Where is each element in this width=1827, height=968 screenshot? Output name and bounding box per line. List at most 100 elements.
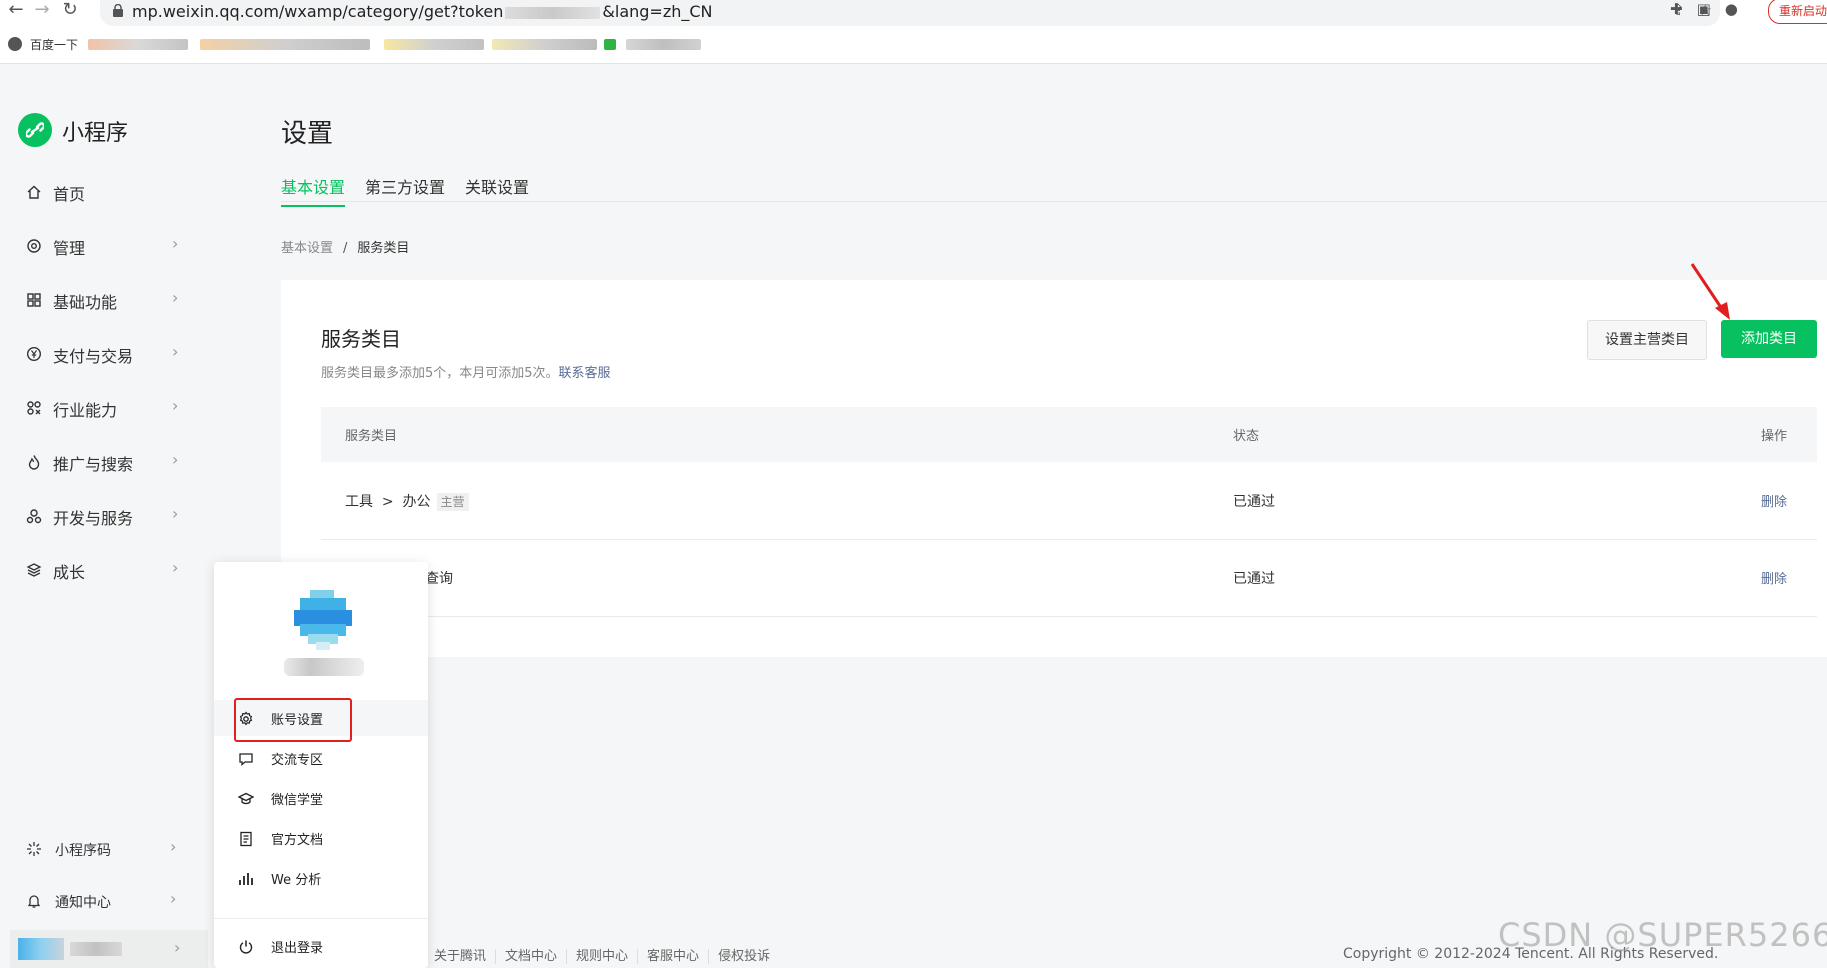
- category-cell: 查询: [425, 571, 453, 587]
- chevron-right-icon: ›: [172, 234, 179, 253]
- tab-related-settings[interactable]: 关联设置: [465, 174, 529, 198]
- footer-link[interactable]: 客服中心: [638, 949, 710, 964]
- tab-basic-settings[interactable]: 基本设置: [281, 174, 346, 207]
- category-cell: 工具 > 办公 主营: [345, 491, 469, 511]
- table-row: 工具 > 办公 主营 已通过 删除: [321, 462, 1817, 540]
- url-suffix: &lang=zh_CN: [602, 2, 713, 21]
- bookmark-blur[interactable]: [492, 39, 597, 50]
- chevron-right-icon: ›: [170, 837, 177, 856]
- menu-item-official-docs[interactable]: 官方文档: [214, 820, 428, 856]
- menu-item-wechat-academy[interactable]: 微信学堂: [214, 780, 428, 816]
- sidebar-item-qrcode[interactable]: 小程序码 ›: [22, 834, 192, 864]
- status-cell: 已通过: [1233, 571, 1275, 587]
- sidebar-item-industry[interactable]: 行业能力 ›: [22, 393, 192, 423]
- delete-link[interactable]: 删除: [1761, 568, 1787, 587]
- bookmark-blur[interactable]: [604, 39, 616, 50]
- sidebar-item-manage[interactable]: 管理 ›: [22, 231, 192, 261]
- bookmark-blur[interactable]: [200, 39, 370, 50]
- bookmark-blur[interactable]: [626, 39, 701, 50]
- globe-icon: [8, 37, 22, 51]
- add-category-button[interactable]: 添加类目: [1721, 320, 1817, 358]
- power-icon: [239, 940, 253, 954]
- username-blur: [70, 942, 122, 956]
- sidebar-item-basic-features[interactable]: 基础功能 ›: [22, 285, 192, 315]
- profile-icon[interactable]: ●: [1725, 0, 1738, 18]
- document-icon: [240, 831, 252, 847]
- main-category-tag: 主营: [436, 493, 469, 511]
- sidebar-item-notifications[interactable]: 通知中心 ›: [22, 886, 192, 916]
- page-title: 设置: [281, 119, 334, 149]
- bell-icon: [27, 895, 41, 908]
- dev-icon: [26, 509, 42, 524]
- column-header: 状态: [1233, 429, 1260, 444]
- yen-icon: [26, 346, 42, 362]
- sidebar-item-label: 小程序码: [55, 843, 111, 859]
- delete-link[interactable]: 删除: [1761, 491, 1787, 510]
- reload-icon[interactable]: ↻: [58, 0, 82, 22]
- url-text: mp.weixin.qq.com/wxamp/category/get?toke…: [132, 2, 713, 21]
- bookmark-blur[interactable]: [88, 39, 188, 50]
- chevron-right-icon: ›: [172, 450, 179, 469]
- sidepanel-icon[interactable]: ▣: [1697, 0, 1711, 18]
- sidebar-item-growth[interactable]: 成长 ›: [22, 555, 192, 585]
- grid-icon: [27, 293, 41, 307]
- chevron-right-icon: ›: [172, 504, 179, 523]
- footer-link[interactable]: 文档中心: [496, 949, 568, 964]
- menu-item-label: 官方文档: [271, 833, 324, 848]
- sidebar-item-label: 首页: [53, 185, 86, 204]
- url-token-blur: [505, 6, 601, 19]
- annotation-arrow: [1690, 263, 1730, 320]
- sidebar-item-home[interactable]: 首页: [22, 177, 192, 207]
- address-bar[interactable]: mp.weixin.qq.com/wxamp/category/get?toke…: [100, 0, 1720, 26]
- forward-icon[interactable]: →: [30, 0, 54, 22]
- footer-link[interactable]: 侵权投诉: [709, 949, 779, 964]
- menu-item-label: 微信学堂: [271, 793, 324, 808]
- sidebar-item-label: 通知中心: [55, 895, 111, 911]
- bookmark-blur[interactable]: [384, 39, 484, 50]
- industry-icon: [27, 401, 41, 415]
- sidebar-item-label: 行业能力: [53, 401, 118, 420]
- menu-item-logout[interactable]: 退出登录: [214, 928, 428, 964]
- sidebar-item-label: 支付与交易: [53, 347, 134, 366]
- restart-button[interactable]: 重新启动: [1768, 0, 1827, 24]
- back-icon[interactable]: ←: [4, 0, 28, 22]
- chevron-right-icon: ›: [174, 938, 181, 957]
- menu-item-we-analytics[interactable]: We 分析: [214, 860, 428, 896]
- chevron-right-icon: ›: [172, 288, 179, 307]
- chevron-right-icon: ›: [172, 342, 179, 361]
- subcategory-name: 办公: [402, 494, 431, 510]
- link-logo-icon: [26, 122, 44, 138]
- bookmark-baidu[interactable]: 百度一下: [30, 36, 78, 53]
- highlight-box: [234, 698, 352, 742]
- sidebar-item-payment[interactable]: 支付与交易 ›: [22, 339, 192, 369]
- footer-link[interactable]: 关于腾讯: [425, 949, 497, 964]
- sidebar-item-label: 推广与搜索: [53, 455, 134, 474]
- sidebar-item-promotion[interactable]: 推广与搜索 ›: [22, 447, 192, 477]
- qrcode-icon: [27, 842, 41, 856]
- footer-links: 关于腾讯 文档中心 规则中心 客服中心 侵权投诉: [425, 945, 779, 964]
- account-name-blur: [284, 658, 364, 676]
- avatar: [18, 938, 64, 960]
- set-main-category-button[interactable]: 设置主营类目: [1587, 320, 1707, 360]
- menu-item-community[interactable]: 交流专区: [214, 740, 428, 776]
- sidebar-item-label: 成长: [53, 563, 86, 582]
- menu-item-label: We 分析: [271, 873, 322, 888]
- footer-link[interactable]: 规则中心: [567, 949, 639, 964]
- breadcrumb-parent[interactable]: 基本设置: [281, 241, 333, 256]
- sidebar-user-entry[interactable]: ›: [10, 930, 208, 968]
- menu-item-label: 交流专区: [271, 753, 324, 768]
- table-header: 服务类目 状态 操作: [321, 407, 1817, 462]
- sidebar-item-label: 基础功能: [53, 293, 118, 312]
- sidebar-item-development[interactable]: 开发与服务 ›: [22, 501, 192, 531]
- lock-icon: [113, 4, 123, 17]
- graduation-cap-icon: [238, 792, 254, 805]
- breadcrumb: 基本设置 / 服务类目: [281, 237, 409, 256]
- contact-support-link[interactable]: 联系客服: [559, 366, 611, 381]
- sidebar-item-label: 开发与服务: [53, 509, 134, 528]
- chevron-right-icon: ›: [172, 396, 179, 415]
- card-description-text: 服务类目最多添加5个，本月可添加5次。: [321, 366, 559, 381]
- card-title: 服务类目: [321, 327, 401, 351]
- tab-third-party-settings[interactable]: 第三方设置: [365, 174, 445, 198]
- status-cell: 已通过: [1233, 494, 1275, 510]
- puzzle-icon[interactable]: ✚: [1670, 0, 1683, 18]
